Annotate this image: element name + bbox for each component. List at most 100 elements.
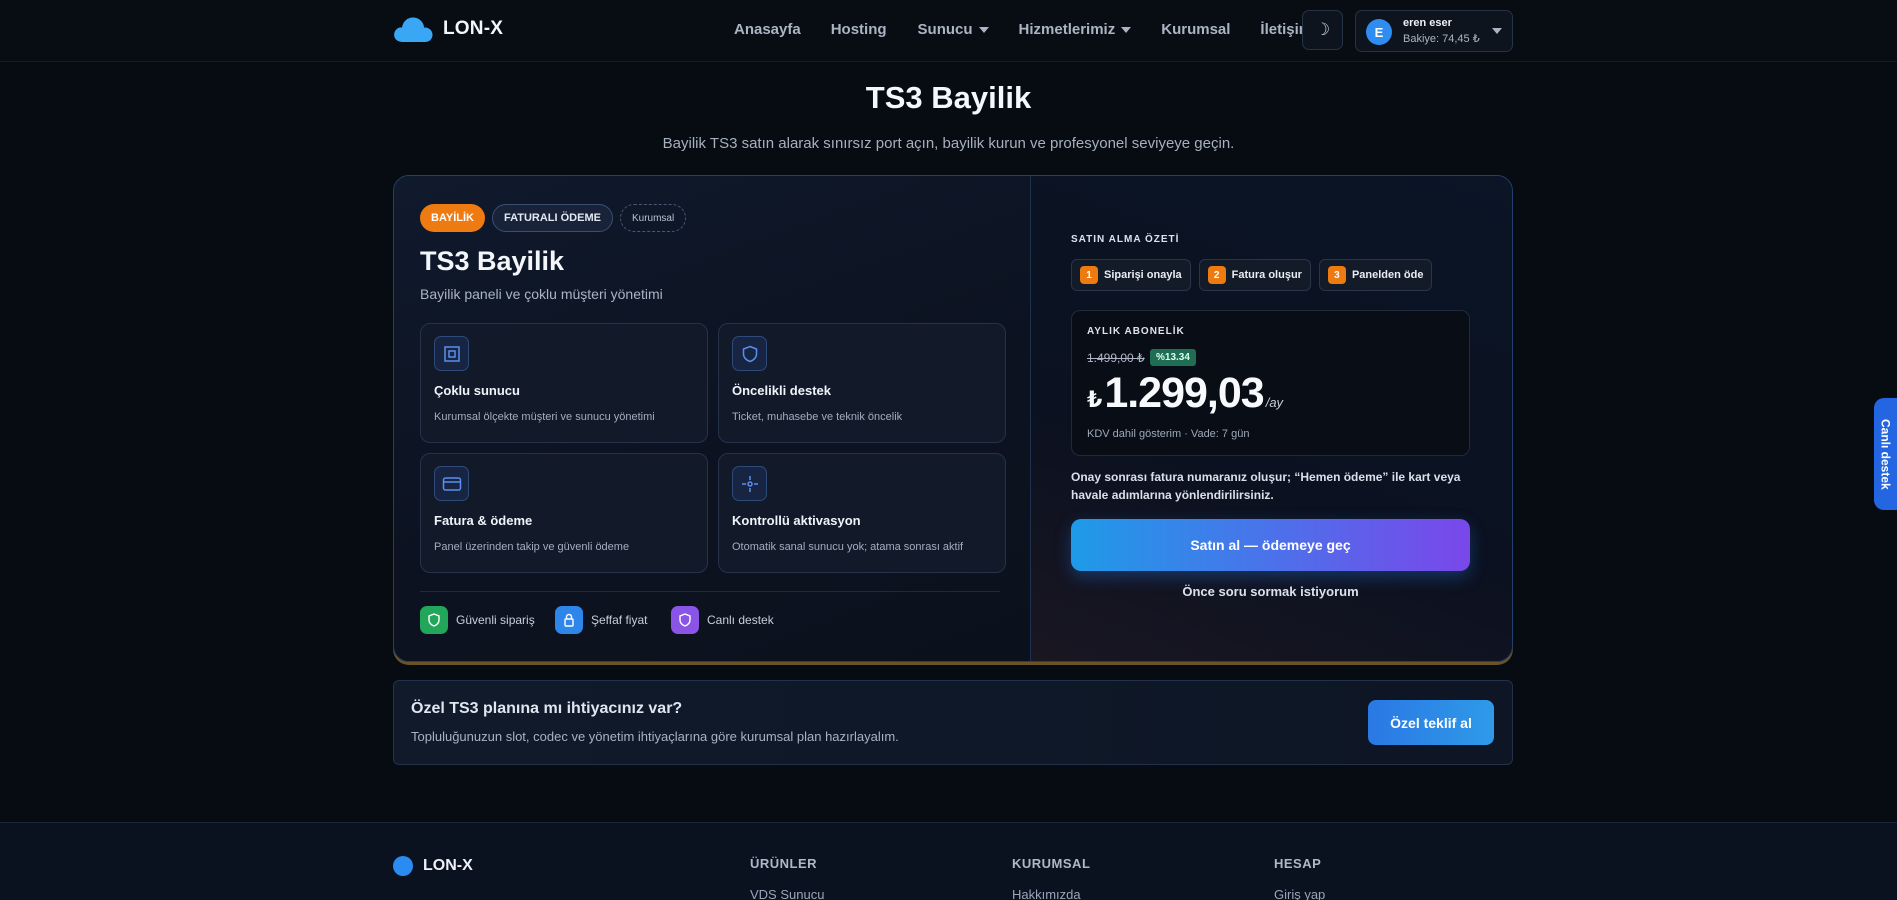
trust-item: Güvenli sipariş — [420, 606, 535, 634]
nav-link-services-label: Hizmetlerimiz — [1018, 21, 1116, 38]
price-box: AYLIK ABONELİK 1.499,00 ₺ %13.34 ₺ 1.299… — [1071, 310, 1470, 456]
old-price: 1.499,00 ₺ — [1087, 351, 1145, 365]
nav-link-corporate[interactable]: Kurumsal — [1161, 21, 1230, 38]
user-menu[interactable]: E eren eser Bakiye: 74,45 ₺ — [1355, 10, 1513, 52]
shield-icon — [732, 336, 767, 371]
price-amount: 1.299,03 — [1104, 369, 1264, 417]
banner-subtitle: Topluluğunuzun slot, codec ve yönetim ih… — [411, 729, 899, 744]
footer-column-heading: KURUMSAL — [1012, 856, 1091, 871]
nav-link-home[interactable]: Anasayfa — [734, 21, 801, 38]
theme-toggle-button[interactable]: ☽ — [1302, 10, 1343, 50]
current-price: ₺ 1.299,03 /ay — [1087, 369, 1283, 418]
page-subtitle: Bayilik TS3 satın alarak sınırsız port a… — [662, 135, 1235, 152]
trust-label: Şeffaf fiyat — [591, 613, 648, 627]
shield-check-icon — [420, 606, 448, 634]
badge-corporate: Kurumsal — [619, 204, 687, 232]
feature-card: Fatura & ödeme Panel üzerinden takip ve … — [420, 453, 708, 573]
footer-column-heading: HESAP — [1274, 856, 1322, 871]
product-card: BAYİLİK FATURALI ÖDEME Kurumsal TS3 Bayi… — [393, 175, 1513, 662]
feature-title: Öncelikli destek — [732, 383, 831, 398]
user-balance: Bakiye: 74,45 ₺ — [1403, 33, 1480, 45]
custom-offer-button[interactable]: Özel teklif al — [1368, 700, 1494, 745]
step-item: 3 Panelden öde — [1318, 259, 1433, 291]
lock-icon — [555, 606, 583, 634]
moon-icon: ☽ — [1314, 20, 1331, 39]
summary-label: SATIN ALMA ÖZETİ — [1071, 234, 1180, 245]
step-label: Fatura oluşur — [1231, 269, 1302, 281]
feature-title: Fatura & ödeme — [434, 513, 533, 528]
badge-invoice-payment: FATURALI ÖDEME — [492, 204, 613, 232]
step-number: 3 — [1327, 266, 1346, 284]
top-navbar: LON-X Anasayfa Hosting Sunucu Hizmetleri… — [0, 0, 1897, 62]
cloud-icon — [394, 17, 433, 42]
footer-column: KURUMSAL Hakkımızda — [1012, 856, 1090, 900]
price-meta: KDV dahil gösterim · Vade: 7 gün — [1087, 428, 1250, 440]
footer-brand-name: LON-X — [423, 857, 473, 874]
currency-symbol: ₺ — [1087, 387, 1103, 412]
trust-item: Şeffaf fiyat — [555, 606, 647, 634]
nav-link-server-label: Sunucu — [917, 21, 973, 38]
live-support-tab[interactable]: Canlı destek — [1874, 398, 1897, 510]
shield-icon — [671, 606, 699, 634]
logo-dot-icon — [393, 856, 413, 876]
chevron-down-icon — [1121, 26, 1132, 33]
credit-card-icon — [434, 466, 469, 501]
nav-link-hosting[interactable]: Hosting — [831, 21, 887, 38]
divider — [420, 591, 1000, 592]
product-subtitle: Bayilik paneli ve çoklu müşteri yönetimi — [420, 286, 663, 302]
feature-title: Kontrollü aktivasyon — [732, 513, 861, 528]
feature-desc: Kurumsal ölçekte müşteri ve sunucu yönet… — [434, 411, 655, 423]
user-name: eren eser — [1403, 17, 1452, 29]
cpu-icon — [434, 336, 469, 371]
feature-card: Kontrollü aktivasyon Otomatik sanal sunu… — [718, 453, 1006, 573]
footer-link[interactable]: Giriş yap — [1274, 887, 1325, 900]
purchase-note: Onay sonrası fatura numaranız oluşur; “H… — [1071, 470, 1461, 502]
chevron-down-icon — [1492, 28, 1502, 34]
step-item: 2 Fatura oluşur — [1198, 259, 1311, 291]
footer-link[interactable]: VDS Sunucu — [750, 887, 824, 900]
product-badges: BAYİLİK FATURALI ÖDEME Kurumsal — [420, 204, 687, 232]
step-number: 2 — [1207, 266, 1226, 284]
page-title: TS3 Bayilik — [865, 80, 1032, 115]
purchase-summary: SATIN ALMA ÖZETİ 1 Siparişi onayla 2 Fatur… — [1031, 176, 1512, 661]
footer-column: ÜRÜNLER VDS Sunucu — [750, 856, 824, 900]
feature-card: Öncelikli destek Ticket, muhasebe ve tek… — [718, 323, 1006, 443]
footer-column: HESAP Giriş yap — [1274, 856, 1325, 900]
ask-question-link[interactable]: Önce soru sormak istiyorum — [1071, 584, 1470, 599]
feature-title: Çoklu sunucu — [434, 383, 520, 398]
live-support-label: Canlı destek — [1878, 418, 1893, 490]
chevron-down-icon — [978, 26, 989, 33]
buy-button[interactable]: Satın al — ödemeye geç — [1071, 519, 1470, 571]
price-period: /ay — [1265, 395, 1284, 410]
nav-link-server[interactable]: Sunucu — [918, 21, 989, 38]
banner-title: Özel TS3 planına mı ihtiyacınız var? — [411, 700, 683, 717]
crosshair-icon — [732, 466, 767, 501]
feature-card: Çoklu sunucu Kurumsal ölçekte müşteri ve… — [420, 323, 708, 443]
nav-link-services[interactable]: Hizmetlerimiz — [1019, 21, 1132, 38]
avatar: E — [1366, 19, 1392, 45]
plan-label: AYLIK ABONELİK — [1087, 326, 1185, 337]
custom-plan-banner: Özel TS3 planına mı ihtiyacınız var? Top… — [393, 680, 1513, 765]
feature-desc: Otomatik sanal sunucu yok; atama sonrası… — [732, 541, 964, 553]
nav-links: Anasayfa Hosting Sunucu Hizmetlerimiz Ku… — [734, 21, 1312, 38]
product-details: BAYİLİK FATURALI ÖDEME Kurumsal TS3 Bayi… — [394, 176, 1031, 661]
step-item: 1 Siparişi onayla — [1071, 259, 1191, 291]
trust-label: Canlı destek — [707, 613, 774, 627]
discount-badge: %13.34 — [1150, 349, 1196, 366]
feature-desc: Panel üzerinden takip ve güvenli ödeme — [434, 541, 630, 553]
step-number: 1 — [1080, 266, 1098, 284]
trust-label: Güvenli sipariş — [456, 613, 535, 627]
badge-reseller: BAYİLİK — [420, 204, 485, 232]
footer-column-heading: ÜRÜNLER — [750, 856, 818, 871]
purchase-steps: 1 Siparişi onayla 2 Fatura oluşur 3 Panelde… — [1071, 259, 1433, 291]
footer-brand[interactable]: LON-X — [393, 856, 473, 876]
step-label: Siparişi onayla — [1104, 269, 1182, 281]
product-title: TS3 Bayilik — [420, 246, 565, 276]
footer-link[interactable]: Hakkımızda — [1012, 887, 1090, 900]
footer: LON-X ÜRÜNLER VDS Sunucu KURUMSAL Hakkım… — [0, 822, 1897, 900]
trust-item: Canlı destek — [671, 606, 774, 634]
brand-name: LON-X — [443, 18, 504, 39]
feature-desc: Ticket, muhasebe ve teknik öncelik — [732, 411, 903, 423]
brand-logo[interactable]: LON-X — [393, 14, 503, 44]
step-label: Panelden öde — [1351, 269, 1424, 281]
